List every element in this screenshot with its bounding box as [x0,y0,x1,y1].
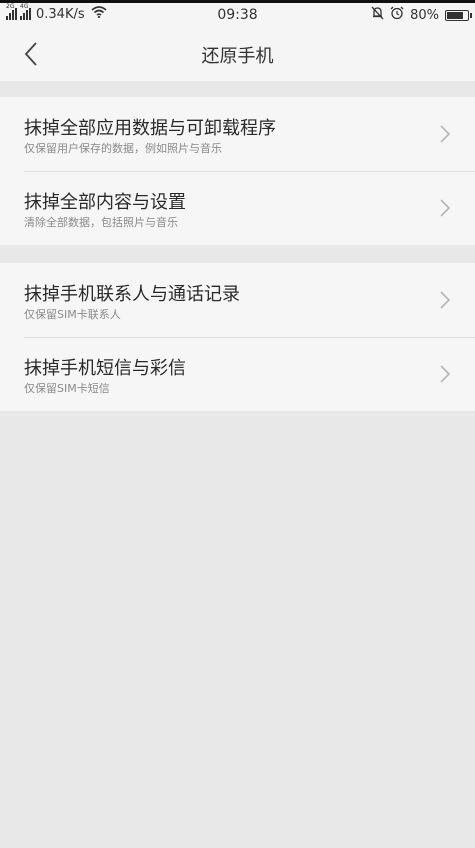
chevron-right-icon [440,365,451,383]
item-title: 抹掉手机联系人与通话记录 [24,284,240,305]
list-item-erase-messages[interactable]: 抹掉手机短信与彩信 仅保留SIM卡短信 [0,337,475,411]
settings-group-1: 抹掉全部应用数据与可卸载程序 仅保留用户保存的数据，例如照片与音乐 抹掉全部内容… [0,97,475,245]
alarm-icon [390,6,404,24]
chevron-right-icon [440,199,451,217]
status-bar: 2G 4G 0.34K/s 09:38 80% [0,3,475,27]
chevron-right-icon [440,291,451,309]
chevron-right-icon [440,125,451,143]
bell-muted-icon [371,6,384,24]
list-item-erase-all-content[interactable]: 抹掉全部内容与设置 清除全部数据，包括照片与音乐 [0,171,475,245]
item-subtitle: 仅保留SIM卡联系人 [24,308,121,321]
header: 还原手机 [0,27,475,81]
item-subtitle: 清除全部数据，包括照片与音乐 [24,216,178,229]
item-title: 抹掉手机短信与彩信 [24,358,186,379]
battery-icon [445,9,472,21]
item-subtitle: 仅保留用户保存的数据，例如照片与音乐 [24,142,222,155]
status-right: 80% [371,6,472,24]
battery-percent: 80% [410,7,439,23]
list-item-erase-app-data[interactable]: 抹掉全部应用数据与可卸载程序 仅保留用户保存的数据，例如照片与音乐 [0,97,475,171]
item-subtitle: 仅保留SIM卡短信 [24,382,110,395]
item-title: 抹掉全部内容与设置 [24,192,186,213]
item-title: 抹掉全部应用数据与可卸载程序 [24,118,276,139]
page-title: 还原手机 [201,46,274,67]
battery-fill [447,11,463,19]
list-item-erase-contacts[interactable]: 抹掉手机联系人与通话记录 仅保留SIM卡联系人 [0,263,475,337]
settings-group-2: 抹掉手机联系人与通话记录 仅保留SIM卡联系人 抹掉手机短信与彩信 仅保留SIM… [0,263,475,411]
